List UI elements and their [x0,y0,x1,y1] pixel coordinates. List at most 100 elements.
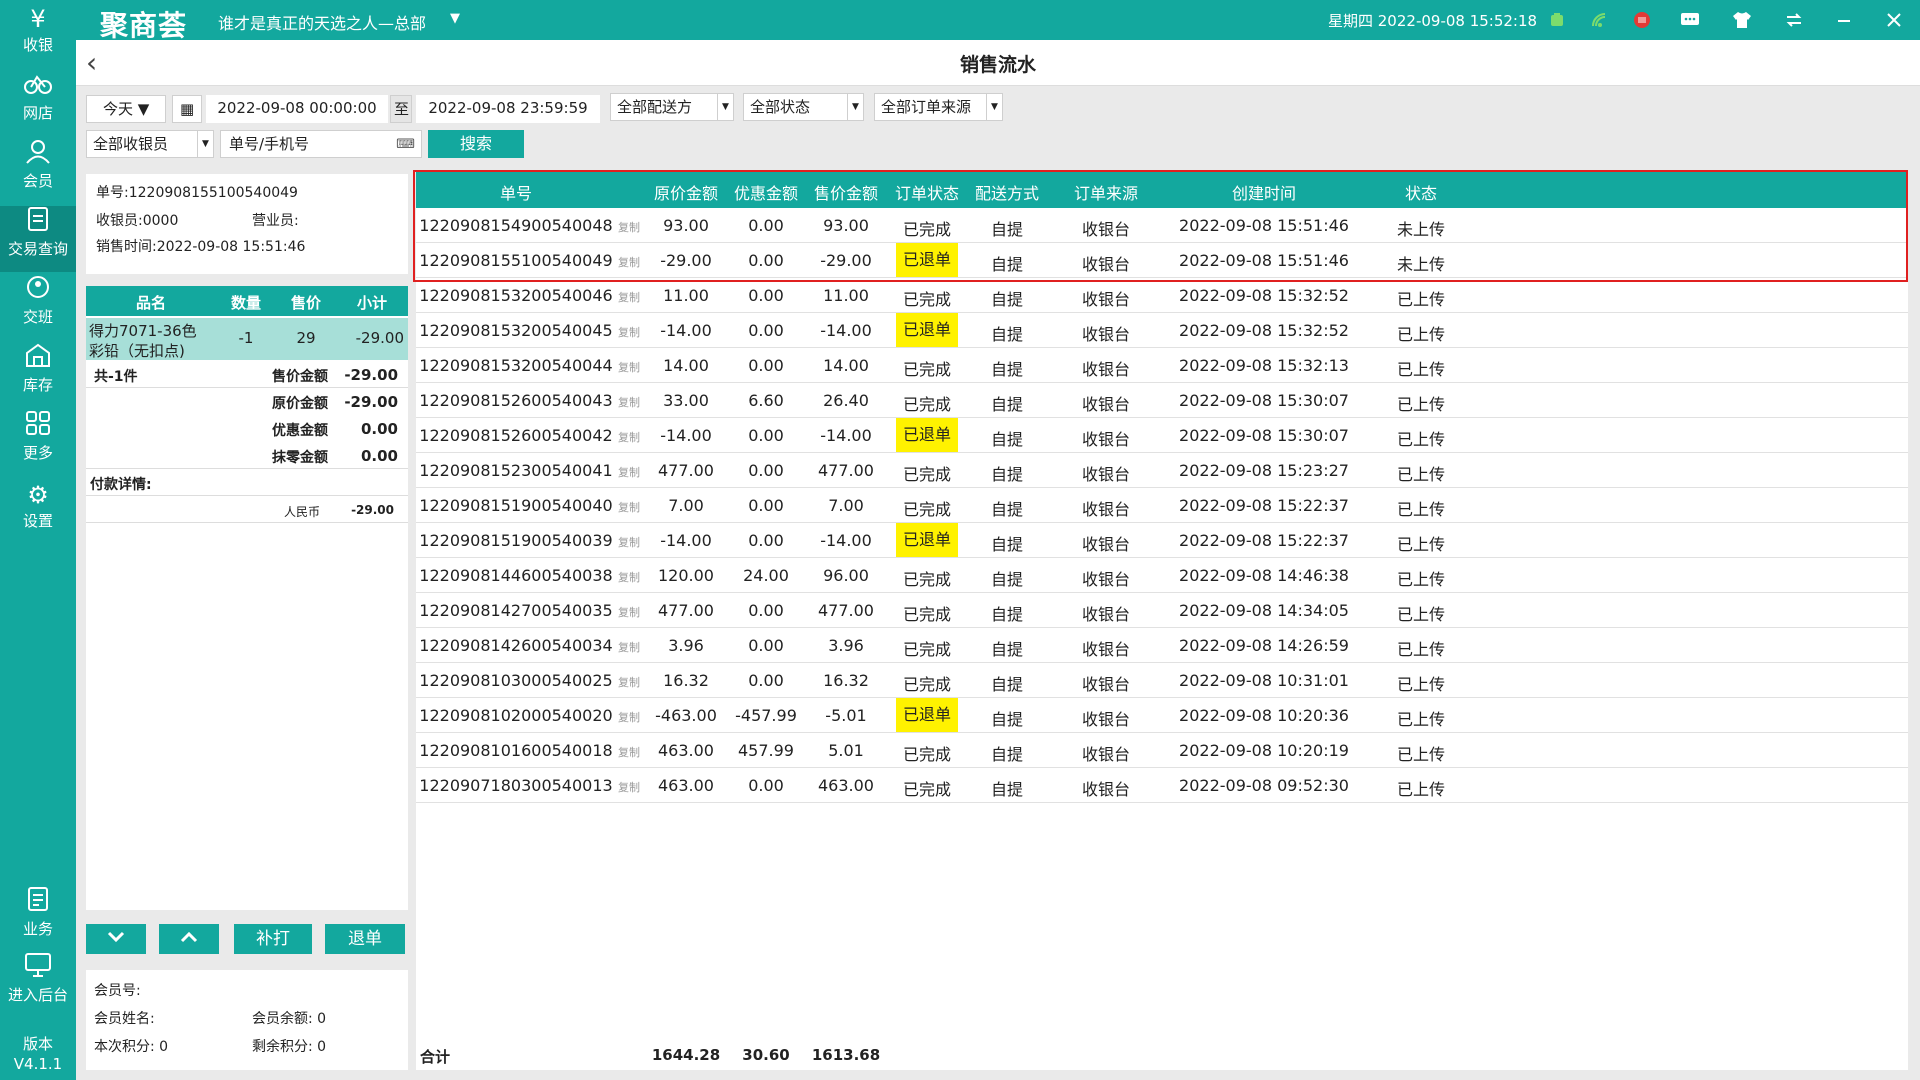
sidebar-item-inventory[interactable]: 库存 [0,342,76,408]
keyboard-icon[interactable]: ⌨ [396,132,415,157]
product-row[interactable]: 得力7071-36色 彩铅（无扣点) -1 29 -29.00 [86,318,408,360]
monitor-icon [0,952,76,984]
copy-link[interactable]: 复制 [618,569,640,585]
sidebar-item-more[interactable]: 更多 [0,410,76,476]
discount-cell: 0.00 [748,601,784,620]
source-select[interactable]: 全部订单来源 ▼ [874,93,1003,121]
sidebar-item-transactions[interactable]: 交易查询 [0,206,76,272]
start-date-input[interactable]: 2022-09-08 00:00:00 [206,95,388,123]
wifi-icon[interactable] [1588,8,1612,32]
minimize-icon[interactable] [1832,8,1856,32]
total-sale: 1613.68 [811,1046,881,1064]
table-row[interactable]: 1220908154900540048 93.00 0.00 93.00 已完成 自提 收银… [416,208,1908,243]
date-preset-select[interactable]: 今天 ▼ [86,95,166,123]
table-row[interactable]: 1220908101600540018 463.00 457.99 5.01 已完成 自提… [416,733,1908,768]
record-icon[interactable] [1630,8,1654,32]
delivery-cell: 自提 [990,360,1023,379]
table-row[interactable]: 1220908155100540049 -29.00 0.00 -29.00 已退单 自提… [416,243,1908,278]
scroll-up-button[interactable] [159,924,219,954]
table-row[interactable]: 1220908152600540043 33.00 6.60 26.40 已完成 自提 收银… [416,383,1908,418]
sidebar-item-cashier[interactable]: ¥ 收银 [0,2,76,68]
table-row[interactable]: 1220908103000540025 16.32 0.00 16.32 已完成 自提 收银… [416,663,1908,698]
version-number: V4.1.1 [13,1055,63,1073]
page-header: ‹ 销售流水 [76,40,1920,86]
store-dropdown-icon[interactable]: ▼ [450,11,460,26]
copy-link[interactable]: 复制 [618,709,640,725]
status-select[interactable]: 全部状态 ▼ [743,93,864,121]
payment-title: 付款详情: [90,477,152,493]
table-row[interactable]: 1220907180300540013 463.00 0.00 463.00 已完成 自提… [416,768,1908,803]
reprint-button[interactable]: 补打 [234,924,312,954]
copy-link[interactable]: 复制 [618,744,640,760]
copy-link[interactable]: 复制 [618,499,640,515]
orig-amount-cell: -29.00 [660,251,712,270]
gear-icon: ⚙ [27,481,49,509]
copy-link[interactable]: 复制 [618,429,640,445]
table-row[interactable]: 1220908153200540046 11.00 0.00 11.00 已完成 自提 收银… [416,278,1908,313]
table-row[interactable]: 1220908152300540041 477.00 0.00 477.00 已完成 自提… [416,453,1908,488]
cashier-select[interactable]: 全部收银员 ▼ [86,130,214,158]
refund-button[interactable]: 退单 [325,924,405,954]
sidebar-item-backend[interactable]: 进入后台 [0,952,76,1018]
copy-link[interactable]: 复制 [618,534,640,550]
order-summary: 单号:1220908155100540049 收银员:0000 营业员: 销售时… [86,174,408,274]
title-bar: 聚商荟 谁才是真正的天选之人—总部 ▼ 星期四 2022-09-08 15:52… [0,0,1920,42]
swap-icon[interactable] [1782,8,1806,32]
delivery-select[interactable]: 全部配送方 ▼ [610,93,734,121]
scroll-down-button[interactable] [86,924,146,954]
table-row[interactable]: 1220908151900540039 -14.00 0.00 -14.00 已退单 自提… [416,523,1908,558]
delivery-cell: 自提 [990,500,1023,519]
sidebar-item-settings[interactable]: ⚙ 设置 [0,478,76,544]
sidebar-item-business[interactable]: 业务 [0,886,76,952]
copy-link[interactable]: 复制 [618,324,640,340]
sidebar-item-online-store[interactable]: 网店 [0,70,76,136]
order-status-cell: 已完成 [902,570,951,589]
order-number-cell: 1220908151900540039 [419,531,613,550]
sidebar-item-shift[interactable]: 交班 [0,274,76,340]
copy-link[interactable]: 复制 [618,464,640,480]
product-table-header: 品名 数量 售价 小计 [86,286,408,316]
search-input[interactable]: 单号/手机号 ⌨ [220,130,422,158]
shirt-icon[interactable] [1730,8,1754,32]
table-row[interactable]: 1220908144600540038 120.00 24.00 96.00 已完成 自提… [416,558,1908,593]
upload-status-cell: 已上传 [1396,570,1445,589]
sidebar-item-label: 交班 [22,308,53,326]
sale-amount-cell: -5.01 [825,706,867,725]
order-number-cell: 1220907180300540013 [419,776,613,795]
copy-link[interactable]: 复制 [618,219,640,235]
order-number-cell: 1220908101600540018 [419,741,613,760]
order-status-cell: 已退单 [896,313,958,347]
created-time-cell: 2022-09-08 14:46:38 [1179,566,1349,585]
copy-link[interactable]: 复制 [618,289,640,305]
table-row[interactable]: 1220908142700540035 477.00 0.00 477.00 已完成 自提… [416,593,1908,628]
created-time-cell: 2022-09-08 14:34:05 [1179,601,1349,620]
table-row[interactable]: 1220908153200540044 14.00 0.00 14.00 已完成 自提 收银… [416,348,1908,383]
copy-link[interactable]: 复制 [618,394,640,410]
copy-link[interactable]: 复制 [618,639,640,655]
table-row[interactable]: 1220908152600540042 -14.00 0.00 -14.00 已退单 自提… [416,418,1908,453]
message-icon[interactable] [1678,8,1702,32]
table-row[interactable]: 1220908102000540020 -463.00 -457.99 -5.01 已退… [416,698,1908,733]
end-date-input[interactable]: 2022-09-08 23:59:59 [416,95,600,123]
calendar-icon[interactable]: ▦ [172,95,202,123]
close-icon[interactable] [1882,8,1906,32]
copy-link[interactable]: 复制 [618,779,640,795]
delivery-cell: 自提 [990,640,1023,659]
copy-link[interactable]: 复制 [618,359,640,375]
order-number-cell: 1220908152600540042 [419,426,613,445]
copy-link[interactable]: 复制 [618,604,640,620]
upload-status-cell: 已上传 [1396,535,1445,554]
battery-icon[interactable] [1545,8,1569,32]
copy-link[interactable]: 复制 [618,674,640,690]
column-header: 售价金额 [813,184,878,203]
table-row[interactable]: 1220908153200540045 -14.00 0.00 -14.00 已退单 自提… [416,313,1908,348]
table-row[interactable]: 1220908142600540034 3.96 0.00 3.96 已完成 自提 收银台 2… [416,628,1908,663]
order-status-cell: 已完成 [902,465,951,484]
sidebar-item-member[interactable]: 会员 [0,138,76,204]
bike-icon [0,70,76,102]
table-row[interactable]: 1220908151900540040 7.00 0.00 7.00 已完成 自提 收银台 2… [416,488,1908,523]
order-status-cell: 已完成 [902,360,951,379]
search-button[interactable]: 搜索 [428,130,524,158]
store-name[interactable]: 谁才是真正的天选之人—总部 [218,10,426,34]
copy-link[interactable]: 复制 [618,254,640,270]
